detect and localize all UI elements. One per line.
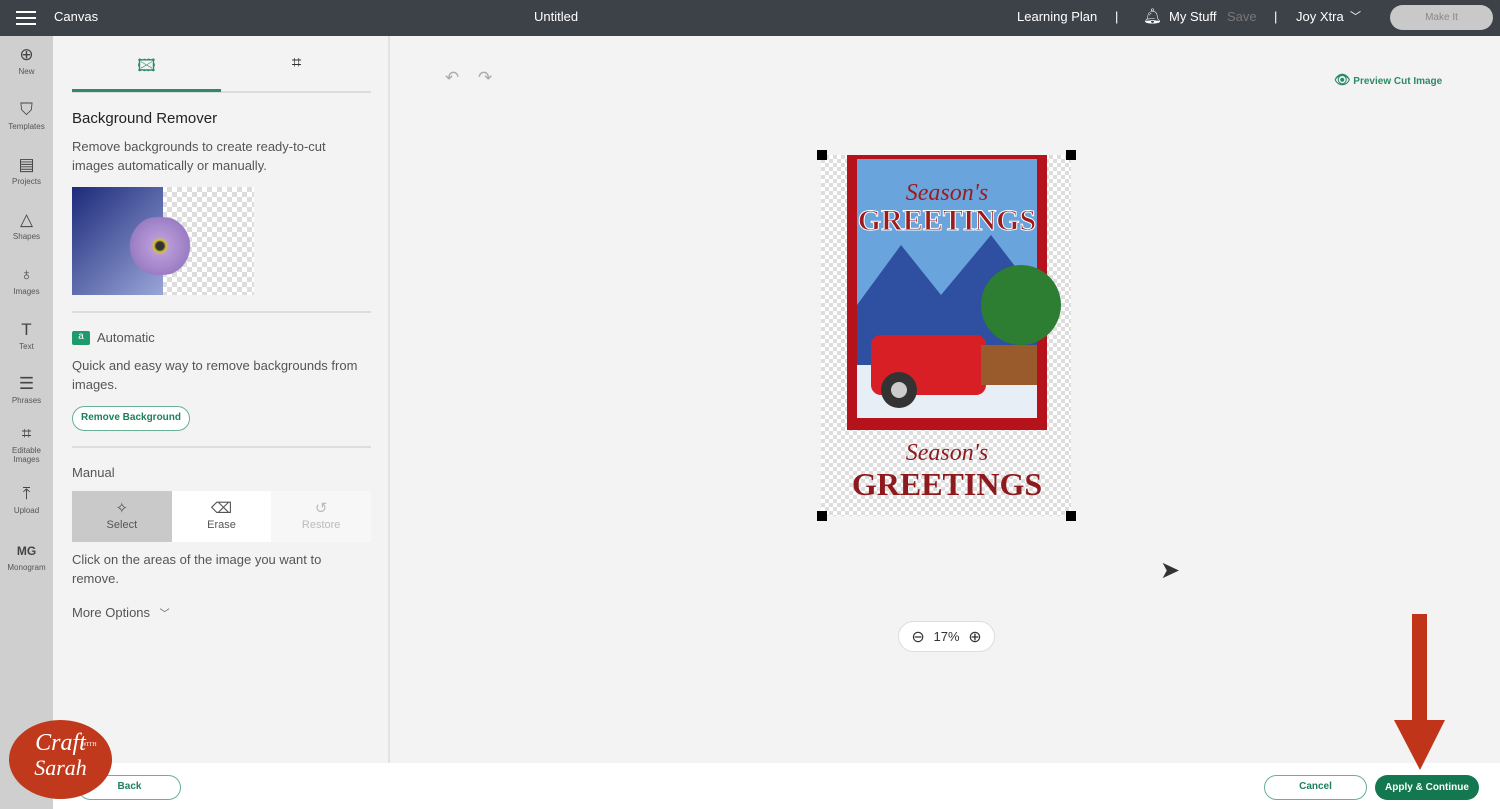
bell-icon[interactable]: 🔔︎ bbox=[1143, 0, 1162, 34]
editable-image-icon: ⌗ bbox=[21, 424, 32, 443]
rail-images[interactable]: ♁ Images bbox=[0, 265, 53, 296]
automatic-icon: a bbox=[72, 331, 90, 345]
resize-handle[interactable] bbox=[817, 150, 827, 160]
manual-description: Click on the areas of the image you want… bbox=[72, 552, 322, 586]
left-rail: ⊕ New ⛉ Templates ▤ Projects △ Shapes ♁ Image… bbox=[0, 36, 53, 809]
automatic-description: Quick and easy way to remove backgrounds… bbox=[72, 358, 358, 392]
chevron-down-icon: ﹀ bbox=[159, 609, 170, 620]
save-button[interactable]: Save bbox=[1227, 0, 1257, 34]
image-edit-icon: 🖾︎ bbox=[137, 56, 156, 75]
shapes-icon: △ bbox=[19, 210, 34, 229]
top-bar: Canvas Untitled Learning Plan | 🔔︎ My St… bbox=[0, 0, 1500, 36]
erase-tool-button[interactable]: ⌫ Erase bbox=[171, 491, 272, 542]
remove-background-button[interactable]: Remove Background bbox=[72, 406, 190, 431]
chevron-down-icon[interactable]: ﹀ bbox=[1350, 0, 1361, 34]
example-image bbox=[72, 187, 254, 295]
magic-wand-icon: ✧ bbox=[115, 500, 129, 517]
red-arrow-annotation bbox=[1394, 614, 1445, 770]
shirt-icon: ⛉ bbox=[20, 100, 33, 119]
rail-label: Projects bbox=[12, 177, 41, 186]
panel-title: Background Remover bbox=[72, 110, 218, 127]
tab-background-remover[interactable]: 🖾︎ bbox=[72, 53, 221, 92]
text-icon: T bbox=[21, 320, 32, 339]
rail-label: Upload bbox=[13, 506, 40, 515]
redo-icon[interactable]: ↷ bbox=[478, 68, 492, 88]
select-tool-button[interactable]: ✧ Select bbox=[72, 491, 172, 542]
app-name: Canvas bbox=[54, 9, 99, 24]
preview-label: Preview Cut Image bbox=[1353, 76, 1443, 87]
upload-icon: ⤒ bbox=[22, 484, 31, 503]
rail-upload[interactable]: ⤒ Upload bbox=[0, 484, 53, 515]
rail-label: Images bbox=[13, 287, 40, 296]
rail-label: Phrases bbox=[11, 396, 42, 405]
resize-handle[interactable] bbox=[1066, 511, 1076, 521]
my-stuff-link[interactable]: My Stuff bbox=[1169, 0, 1216, 34]
more-options-toggle[interactable]: More Options ﹀ bbox=[72, 603, 170, 624]
rail-monogram[interactable]: MG Monogram bbox=[0, 541, 53, 572]
rail-label: New bbox=[18, 67, 35, 76]
rail-editable-images[interactable]: ⌗ Editable Images bbox=[0, 424, 53, 464]
resize-handle[interactable] bbox=[1066, 150, 1076, 160]
automatic-title: Automatic bbox=[97, 330, 155, 345]
divider: | bbox=[1274, 9, 1278, 24]
rail-templates[interactable]: ⛉ Templates bbox=[0, 100, 53, 131]
zoom-out-icon[interactable]: ⊖ bbox=[911, 627, 924, 647]
rail-phrases[interactable]: ☰ Phrases bbox=[0, 374, 53, 405]
flower-image bbox=[120, 217, 200, 275]
rail-label: Text bbox=[19, 342, 34, 351]
zoom-level: 17% bbox=[933, 629, 960, 644]
restore-tool-button[interactable]: ↺ Restore bbox=[271, 491, 372, 542]
rail-label: Shapes bbox=[12, 232, 41, 241]
image-text-greetings: GREETINGS bbox=[858, 204, 1036, 237]
preview-cut-image-button[interactable]: 👁︎ Preview Cut Image bbox=[1334, 72, 1442, 88]
rail-label: Editable Images bbox=[12, 446, 41, 464]
rail-shapes[interactable]: △ Shapes bbox=[0, 210, 53, 241]
tool-label: Restore bbox=[301, 519, 341, 531]
projects-icon: ▤ bbox=[18, 155, 35, 174]
cancel-button[interactable]: Cancel bbox=[1264, 775, 1367, 800]
eraser-icon: ⌫ bbox=[210, 500, 233, 517]
apply-continue-button[interactable]: Apply & Continue bbox=[1375, 775, 1479, 800]
logo-text: Sarah bbox=[34, 755, 87, 780]
monogram-icon: MG bbox=[16, 544, 37, 558]
zoom-in-icon[interactable]: ⊕ bbox=[968, 627, 981, 647]
more-options-label: More Options bbox=[72, 605, 151, 620]
sticker-text-seasons: Season's bbox=[906, 440, 988, 466]
craft-with-sarah-logo: Craft Sarah WITH bbox=[9, 720, 112, 799]
panel-description: Remove backgrounds to create ready-to-cu… bbox=[72, 139, 326, 173]
zoom-control: ⊖ 17% ⊕ bbox=[898, 621, 995, 652]
rail-text[interactable]: T Text bbox=[0, 320, 53, 351]
tool-label: Erase bbox=[207, 519, 236, 531]
hamburger-menu-icon[interactable] bbox=[16, 11, 36, 25]
bottom-bar: Back Cancel Apply & Continue bbox=[53, 763, 1500, 809]
speech-bubble-icon: ☰ bbox=[18, 374, 35, 393]
rail-new[interactable]: ⊕ New bbox=[0, 45, 53, 76]
restore-icon: ↺ bbox=[314, 500, 328, 517]
document-title[interactable]: Untitled bbox=[534, 0, 578, 34]
divider: | bbox=[1115, 9, 1119, 24]
lightbulb-icon: ♁ bbox=[20, 265, 33, 284]
mouse-cursor-icon: ➤ bbox=[1160, 557, 1181, 584]
manual-title: Manual bbox=[72, 465, 115, 480]
learning-plan-link[interactable]: Learning Plan bbox=[1017, 0, 1097, 34]
logo-text: WITH bbox=[81, 742, 97, 748]
background-remover-panel: 🖾︎ ⌗ Background Remover Remove backgroun… bbox=[53, 36, 390, 763]
sticker-text-greetings: GREETINGS bbox=[852, 466, 1042, 502]
rail-projects[interactable]: ▤ Projects bbox=[0, 155, 53, 186]
undo-icon[interactable]: ↶ bbox=[445, 68, 459, 88]
tool-label: Select bbox=[106, 519, 138, 531]
rail-label: Templates bbox=[8, 122, 45, 131]
crop-icon: ⌗ bbox=[291, 53, 302, 72]
eye-icon: 👁︎ bbox=[1334, 72, 1351, 87]
canvas-image[interactable]: Season's GREETINGS Season's GREETINGS bbox=[821, 150, 1071, 516]
tab-crop[interactable]: ⌗ bbox=[222, 53, 371, 73]
user-menu[interactable]: Joy Xtra bbox=[1296, 0, 1344, 34]
plus-circle-icon: ⊕ bbox=[19, 45, 34, 64]
make-it-button[interactable]: Make It bbox=[1390, 5, 1493, 30]
resize-handle[interactable] bbox=[817, 511, 827, 521]
image-text-seasons: Season's bbox=[906, 180, 988, 206]
rail-label: Monogram bbox=[7, 563, 46, 572]
